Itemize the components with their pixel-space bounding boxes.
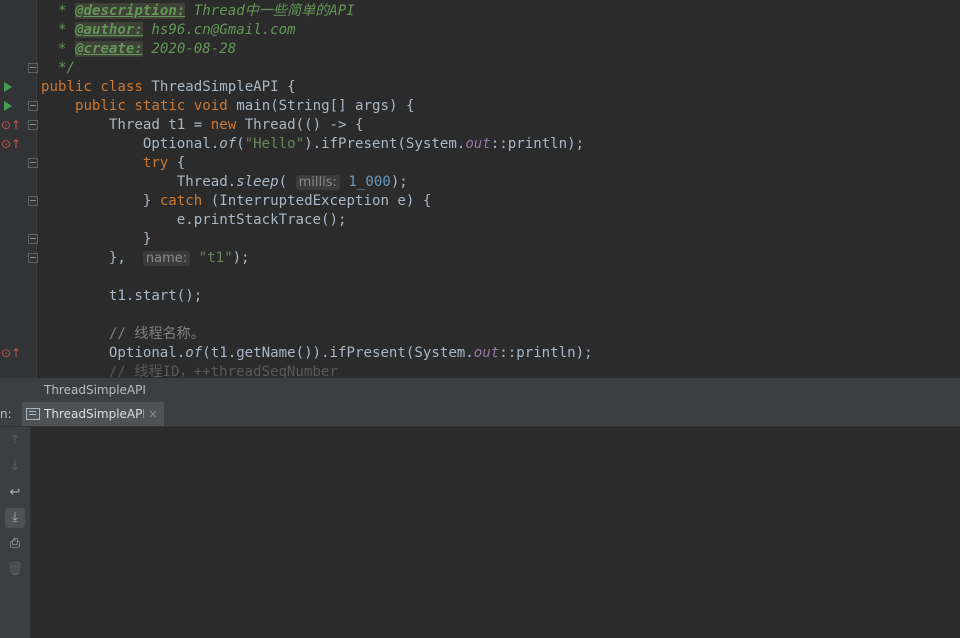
- console-output[interactable]: [31, 427, 960, 638]
- code-line: // 线程ID，++threadSeqNumber: [108, 364, 338, 378]
- fold-icon[interactable]: [28, 158, 38, 168]
- gutter-line: ⊙↑: [0, 135, 36, 154]
- fold-icon[interactable]: [28, 120, 38, 130]
- code-line: // 线程名称。: [108, 326, 205, 342]
- javadoc-tag: @description:: [74, 3, 186, 19]
- gutter-line: [0, 154, 38, 173]
- parameter-hint: millis:: [295, 175, 340, 190]
- editor-gutter: ⊙↑ ⊙↑ ⊙↑: [0, 0, 38, 378]
- run-window-title: ThreadSimpleAPI: [44, 383, 146, 397]
- gutter-line: [0, 230, 38, 249]
- code-line: }, name: "t1");: [108, 250, 250, 266]
- print-icon[interactable]: ⎙: [5, 534, 25, 554]
- javadoc-tag: @create:: [74, 41, 143, 57]
- fold-icon[interactable]: [28, 234, 38, 244]
- up-arrow-icon[interactable]: ↑: [5, 431, 25, 451]
- run-tab-label: ThreadSimpleAPI: [44, 407, 144, 421]
- gutter-line: [0, 192, 38, 211]
- code-line: Optional.of("Hello").ifPresent(System.ou…: [142, 136, 585, 152]
- code-line: public class ThreadSimpleAPI {: [41, 79, 296, 95]
- gutter-line: ⊙↑: [0, 344, 36, 363]
- gutter-line: ⊙↑: [0, 116, 38, 135]
- override-icon[interactable]: ⊙↑: [1, 136, 21, 153]
- soft-wrap-icon[interactable]: ↩: [5, 483, 25, 503]
- code-line: public static void main(String[] args) {: [74, 98, 415, 114]
- code-line: e.printStackTrace();: [176, 212, 347, 228]
- parameter-hint: name:: [142, 251, 191, 266]
- fold-icon[interactable]: [28, 196, 38, 206]
- run-tab-bar: n: ThreadSimpleAPI ×: [0, 402, 960, 427]
- override-icon[interactable]: ⊙↑: [1, 345, 21, 362]
- scroll-to-end-icon[interactable]: ⤓: [5, 508, 25, 528]
- gutter-line: [0, 78, 36, 97]
- fold-icon[interactable]: [28, 63, 38, 73]
- close-tab-icon[interactable]: ×: [148, 402, 158, 426]
- code-line: */: [57, 60, 75, 76]
- code-line: * @create: 2020-08-28: [57, 41, 237, 57]
- run-window-header: ThreadSimpleAPI: [0, 378, 960, 402]
- run-tab[interactable]: ThreadSimpleAPI ×: [22, 402, 164, 426]
- gutter-line: [0, 249, 38, 268]
- code-line: Thread t1 = new Thread(() -> {: [108, 117, 364, 133]
- trash-icon[interactable]: 🗑: [5, 560, 25, 580]
- console-icon: [26, 408, 40, 420]
- code-line: } catch (InterruptedException e) {: [142, 193, 432, 209]
- tab-prefix-label: n:: [0, 407, 12, 421]
- fold-icon[interactable]: [28, 101, 38, 111]
- code-line: * @description: Thread中一些简单的API: [57, 3, 355, 19]
- code-line: * @author: hs96.cn@Gmail.com: [57, 22, 296, 38]
- code-editor[interactable]: ⊙↑ ⊙↑ ⊙↑ * @description: Thread中一些简单的API…: [0, 0, 960, 378]
- code-line: Optional.of(t1.getName()).ifPresent(Syst…: [108, 345, 593, 361]
- run-main-icon[interactable]: [4, 101, 12, 111]
- code-line: try {: [142, 155, 186, 171]
- javadoc-tag: @author:: [74, 22, 143, 38]
- run-class-icon[interactable]: [4, 82, 12, 92]
- down-arrow-icon[interactable]: ↓: [5, 457, 25, 477]
- code-line: }: [142, 231, 152, 247]
- fold-icon[interactable]: [28, 253, 38, 263]
- gutter-line: [0, 59, 38, 78]
- override-icon[interactable]: ⊙↑: [1, 117, 21, 134]
- run-toolbar: ↑ ↓ ↩ ⤓ ⎙ 🗑: [0, 427, 31, 638]
- gutter-line: [0, 97, 38, 116]
- code-area[interactable]: * @description: Thread中一些简单的API * @autho…: [41, 2, 960, 378]
- code-line: t1.start();: [108, 288, 203, 304]
- code-line: Thread.sleep( millis: 1_000);: [176, 174, 408, 190]
